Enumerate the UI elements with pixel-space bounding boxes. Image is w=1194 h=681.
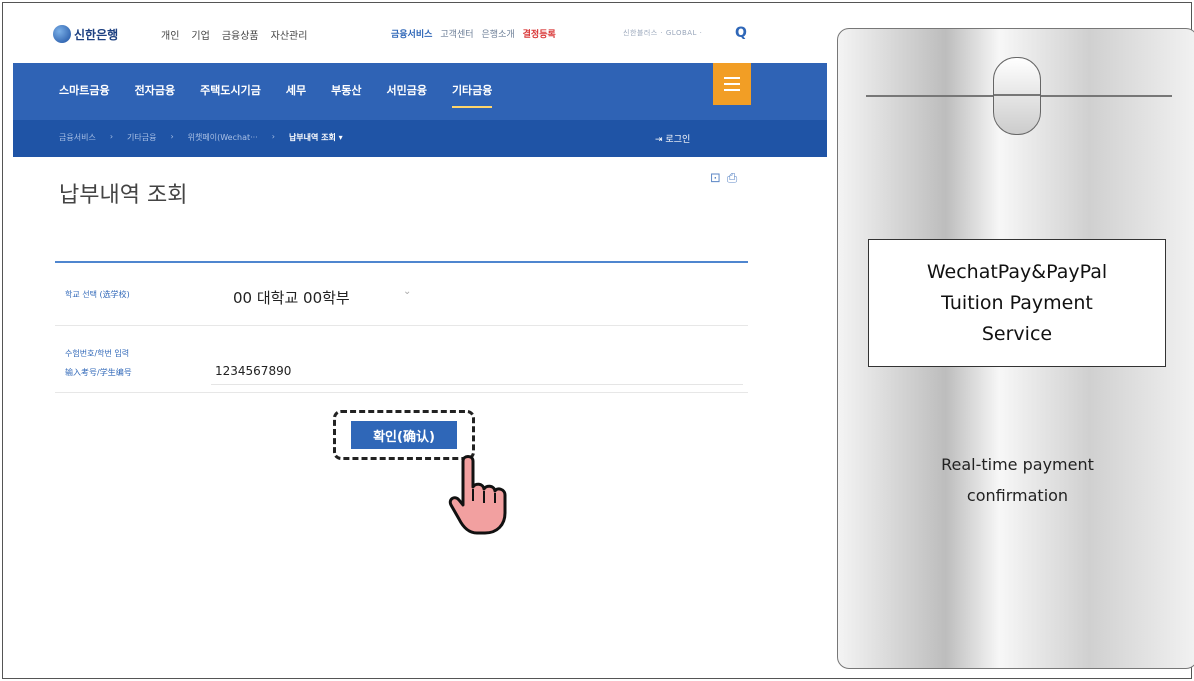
breadcrumb-item[interactable]: 위챗페이(Wechat···	[188, 132, 258, 143]
student-id-label-zh: 输入考号/学生编号	[65, 368, 132, 377]
service-description: Real-time payment confirmation	[838, 449, 1194, 511]
service-title-line: WechatPay&PayPal	[926, 260, 1108, 283]
main-nav-item-realestate[interactable]: 부동산	[331, 82, 361, 108]
breadcrumb-separator-icon: ›	[271, 132, 275, 141]
search-icon[interactable]: Q	[735, 25, 747, 41]
main-nav-item-smart[interactable]: 스마트금융	[59, 82, 110, 108]
service-link-about[interactable]: 은행소개	[482, 27, 515, 40]
main-nav-item-other[interactable]: 기타금융	[451, 82, 493, 108]
top-nav-item-assets[interactable]: 자산관리	[271, 27, 308, 42]
logo-text: 신한은행	[74, 27, 119, 42]
breadcrumb-separator-icon: ›	[109, 132, 114, 141]
hamburger-menu-icon[interactable]	[713, 63, 751, 105]
login-link[interactable]: ⇥ 로그인	[655, 132, 690, 145]
chevron-down-icon[interactable]: ⌄	[403, 286, 411, 297]
confirm-button[interactable]: 확인(确认)	[351, 421, 457, 449]
main-nav: 스마트금융 전자금융 주택도시기금 세무 부동산 서민금융 기타금융	[13, 63, 827, 120]
main-nav-item-electronic[interactable]: 전자금융	[135, 82, 175, 108]
school-select[interactable]: 00 대학교 00학부	[233, 287, 350, 308]
payment-lookup-form: 학교 선택 (选学校) 00 대학교 00학부 ⌄ 수험번호/학번 입력 输入考…	[55, 261, 748, 393]
page-title: 납부내역 조회	[59, 183, 188, 208]
student-id-label-ko: 수험번호/학번 입력	[65, 349, 130, 358]
service-info-panel: WechatPay&PayPal Tuition Payment Service…	[837, 28, 1194, 669]
service-link-financial[interactable]: 금융서비스	[391, 27, 432, 40]
top-nav-item-business[interactable]: 기업	[191, 27, 209, 42]
breadcrumb-separator-icon: ›	[170, 132, 174, 141]
service-description-line: confirmation	[966, 486, 1069, 505]
logo-emblem-icon	[53, 25, 71, 43]
service-title-box: WechatPay&PayPal Tuition Payment Service	[868, 239, 1166, 367]
breadcrumb: 금융서비스 › 기타금융 › 위챗페이(Wechat··· › 납부내역 조회 …	[13, 120, 827, 157]
login-icon: ⇥	[655, 135, 663, 145]
service-title-line: Tuition Payment	[941, 291, 1093, 314]
service-title-line: Service	[981, 322, 1053, 345]
login-label: 로그인	[665, 135, 691, 145]
service-link-register[interactable]: 결정등록	[523, 27, 556, 40]
student-id-label: 수험번호/학번 입력 输入考号/学生编号	[65, 344, 132, 382]
top-bar: 신한은행 개인 기업 금융상품 자산관리 금융서비스 고객센터 은행소개 결정등…	[13, 13, 827, 63]
global-links[interactable]: 신한블러스 · GLOBAL ·	[623, 28, 702, 38]
print-icon[interactable]: ⎙	[727, 171, 743, 186]
pointing-hand-icon	[448, 455, 507, 535]
top-nav-item-products[interactable]: 금융상품	[222, 27, 259, 42]
page-tools: ⊡⎙	[710, 171, 743, 186]
breadcrumb-item[interactable]: 기타금융	[127, 132, 156, 143]
school-select-row: 학교 선택 (选学校) 00 대학교 00학부 ⌄	[55, 263, 748, 326]
student-id-row: 수험번호/학번 입력 输入考号/学生编号 1234567890	[55, 326, 748, 393]
top-nav: 개인 기업 금융상품 자산관리	[161, 27, 307, 42]
bookmark-icon[interactable]: ⊡	[710, 171, 727, 186]
input-underline	[211, 384, 743, 385]
breadcrumb-current[interactable]: 납부내역 조회 ▾	[289, 132, 343, 143]
service-links: 금융서비스 고객센터 은행소개 결정등록	[391, 27, 556, 40]
bank-webpage-screenshot: 신한은행 개인 기업 금융상품 자산관리 금융서비스 고객센터 은행소개 결정등…	[13, 13, 827, 677]
main-nav-item-tax[interactable]: 세무	[286, 82, 306, 108]
breadcrumb-item[interactable]: 금융서비스	[59, 132, 96, 143]
bank-logo[interactable]: 신한은행	[53, 25, 118, 43]
main-nav-item-housing[interactable]: 주택도시기금	[200, 82, 261, 108]
service-description-line: Real-time payment	[941, 455, 1094, 474]
clip-icon	[993, 57, 1041, 135]
student-id-input[interactable]: 1234567890	[215, 364, 291, 378]
school-select-label: 학교 선택 (选学校)	[65, 290, 130, 299]
main-nav-item-public[interactable]: 서민금융	[386, 82, 426, 108]
service-link-customer[interactable]: 고객센터	[440, 27, 473, 40]
top-nav-item-personal[interactable]: 개인	[161, 27, 179, 42]
figure-frame: 신한은행 개인 기업 금융상품 자산관리 금융서비스 고객센터 은행소개 결정등…	[2, 2, 1194, 679]
